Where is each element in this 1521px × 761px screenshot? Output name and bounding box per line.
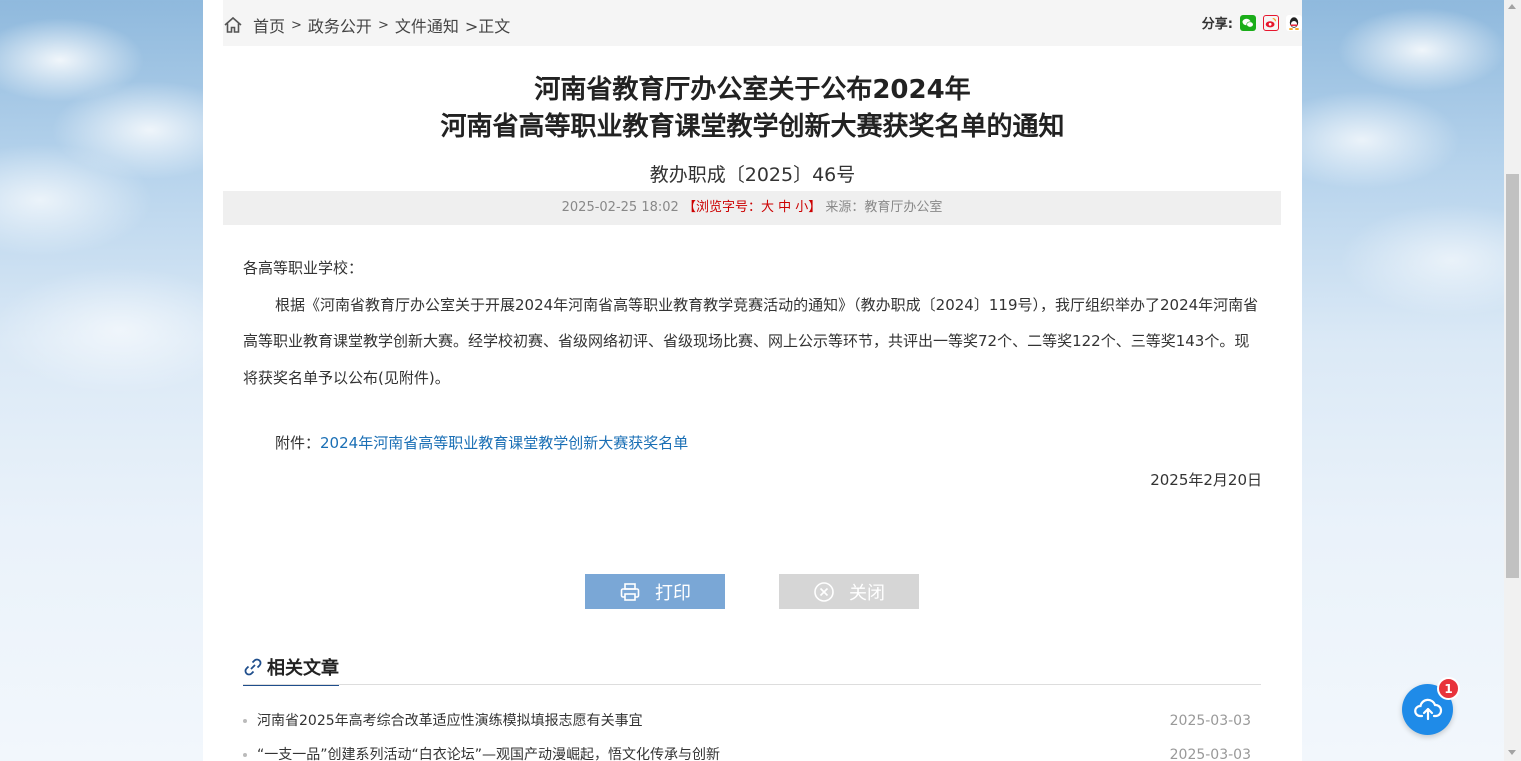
breadcrumb-home[interactable]: 首页: [253, 13, 285, 37]
scroll-up-arrow-icon[interactable]: [1508, 4, 1516, 9]
related-articles-list: 河南省2025年高考综合改革适应性演练模拟填报志愿有关事宜 2025-03-03…: [243, 708, 1251, 761]
attachment: 附件：2024年河南省高等职业教育课堂教学创新大赛获奖名单: [275, 430, 688, 456]
related-articles-heading: 相关文章: [243, 654, 339, 686]
article-page: 首页 > 政务公开 > 文件通知 >正文 分享: 河南省教育厅办公室关于公布20…: [203, 0, 1302, 761]
qq-icon[interactable]: [1286, 14, 1302, 31]
article-title-line2: 河南省高等职业教育课堂教学创新大赛获奖名单的通知: [440, 112, 1065, 142]
print-button-label: 打印: [655, 582, 691, 604]
breadcrumb: 首页 > 政务公开 > 文件通知 >正文: [223, 13, 510, 37]
list-item[interactable]: “一支一品”创建系列活动“白衣论坛”—观国产动漫崛起，悟文化传承与创新 2025…: [243, 742, 1251, 761]
breadcrumb-separator: >: [377, 17, 389, 33]
scrollbar-thumb[interactable]: [1506, 174, 1519, 578]
breadcrumb-bar: 首页 > 政务公开 > 文件通知 >正文 分享:: [223, 0, 1302, 46]
weibo-icon[interactable]: [1263, 14, 1279, 31]
attachment-label: 附件：: [275, 434, 321, 452]
related-article-title[interactable]: “一支一品”创建系列活动“白衣论坛”—观国产动漫崛起，悟文化传承与创新: [243, 742, 720, 761]
notification-badge: 1: [1437, 677, 1460, 700]
related-article-date: 2025-03-03: [1169, 713, 1251, 729]
related-divider: [243, 684, 1261, 685]
vertical-scrollbar[interactable]: [1504, 0, 1521, 761]
font-size-switcher[interactable]: 【浏览字号：大 中 小】: [683, 200, 821, 215]
salutation: 各高等职业学校：: [243, 259, 364, 277]
issue-date: 2025年2月20日: [1150, 471, 1262, 489]
publish-datetime: 2025-02-25 18:02: [561, 200, 679, 215]
wechat-icon[interactable]: [1240, 14, 1256, 31]
printer-icon: [620, 582, 640, 601]
close-circle-icon: [814, 581, 834, 602]
home-icon[interactable]: [223, 15, 243, 35]
related-article-title[interactable]: 河南省2025年高考综合改革适应性演练模拟填报志愿有关事宜: [243, 708, 643, 742]
related-article-date: 2025-03-03: [1169, 747, 1251, 761]
body-paragraph: 根据《河南省教育厅办公室关于开展2024年河南省高等职业教育教学竞赛活动的通知》…: [243, 295, 1259, 387]
document-number: 教办职成〔2025〕46号: [649, 164, 856, 186]
breadcrumb-current: >正文: [464, 17, 511, 36]
breadcrumb-gov-affairs[interactable]: 政务公开: [308, 13, 372, 37]
related-heading-label: 相关文章: [267, 658, 339, 679]
article-body: 各高等职业学校： 根据《河南省教育厅办公室关于开展2024年河南省高等职业教育教…: [243, 250, 1263, 396]
breadcrumb-notices[interactable]: 文件通知: [395, 13, 459, 37]
close-button[interactable]: 关闭: [779, 574, 919, 609]
article-title: 河南省教育厅办公室关于公布2024年 河南省高等职业教育课堂教学创新大赛获奖名单…: [223, 72, 1282, 146]
attachment-link[interactable]: 2024年河南省高等职业教育课堂教学创新大赛获奖名单: [320, 434, 688, 452]
background-clouds-right: [1302, 0, 1504, 761]
share-label: 分享:: [1201, 17, 1233, 32]
article-meta-bar: 2025-02-25 18:02 【浏览字号：大 中 小】 来源：教育厅办公室: [223, 191, 1281, 225]
cloud-upload-icon: [1413, 698, 1442, 720]
share-bar: 分享:: [1202, 13, 1302, 32]
article-title-line1: 河南省教育厅办公室关于公布2024年: [534, 75, 971, 105]
article-source: 来源：教育厅办公室: [825, 200, 943, 215]
close-button-label: 关闭: [849, 582, 885, 604]
print-button[interactable]: 打印: [585, 574, 725, 609]
scroll-down-arrow-icon[interactable]: [1508, 750, 1516, 755]
list-item[interactable]: 河南省2025年高考综合改革适应性演练模拟填报志愿有关事宜 2025-03-03: [243, 708, 1251, 742]
link-icon: [244, 658, 262, 676]
breadcrumb-separator: >: [291, 17, 302, 33]
background-clouds-left: [0, 0, 203, 761]
